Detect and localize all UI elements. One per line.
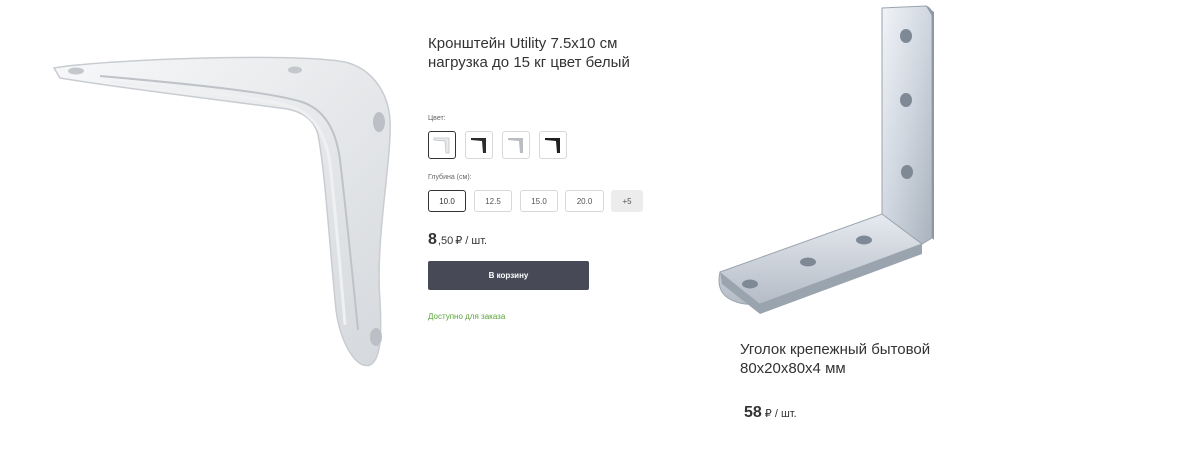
product-image-bracket-white[interactable] [40, 40, 400, 380]
depth-option-20[interactable]: 20.0 [565, 190, 604, 212]
bracket-thumb-icon [471, 138, 486, 153]
depth-option-12-5[interactable]: 12.5 [474, 190, 512, 212]
product-price: 8 ,50 ₽ / шт. [428, 231, 487, 249]
depth-more-button[interactable]: +5 [611, 190, 643, 212]
color-label: Цвет: [428, 115, 446, 122]
depth-label: Глубина (см): [428, 174, 472, 181]
price-fraction: ,50 [437, 235, 454, 247]
bracket-thumb-icon [508, 138, 523, 153]
color-swatch-white[interactable] [428, 131, 456, 159]
price-unit-2: ₽ / шт. [764, 408, 797, 420]
product-title[interactable]: Кронштейн Utility 7.5x10 см нагрузка до … [428, 34, 668, 72]
availability-status: Доступно для заказа [428, 312, 506, 321]
price-integer-2: 58 [744, 404, 762, 421]
color-swatch-black[interactable] [465, 131, 493, 159]
bracket-thumb-icon [545, 138, 560, 153]
add-to-cart-button[interactable]: В корзину [428, 261, 589, 290]
bracket-thumb-icon [433, 137, 450, 154]
price-unit: ₽ / шт. [455, 235, 488, 247]
product-price-2: 58 ₽ / шт. [744, 404, 797, 422]
color-swatch-black-2[interactable] [539, 131, 567, 159]
product-title-2[interactable]: Уголок крепежный бытовой 80x20x80x4 мм [740, 340, 980, 378]
product-image-corner-bracket[interactable] [700, 0, 960, 320]
depth-option-10[interactable]: 10.0 [428, 190, 466, 212]
price-integer: 8 [428, 231, 437, 248]
color-swatch-grey[interactable] [502, 131, 530, 159]
depth-option-15[interactable]: 15.0 [520, 190, 558, 212]
